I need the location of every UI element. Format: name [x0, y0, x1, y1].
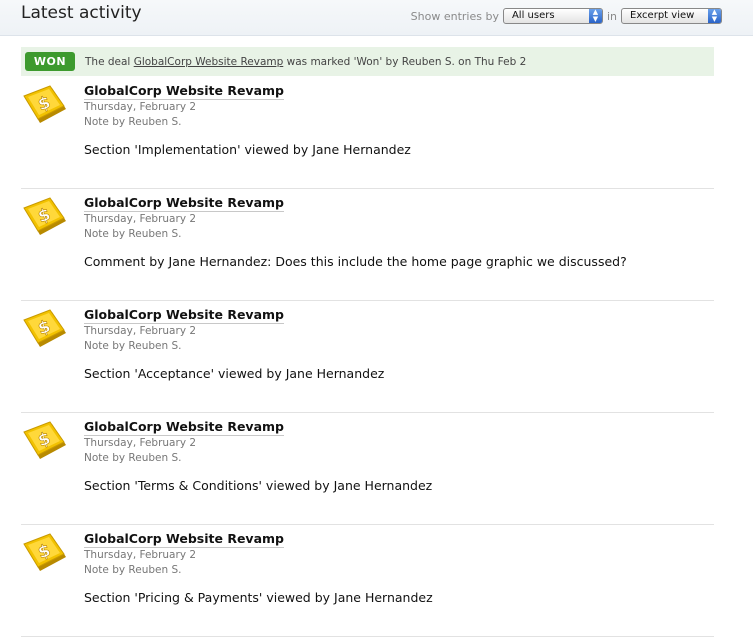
user-filter-value: All users [511, 10, 555, 21]
won-badge: WON [25, 52, 75, 71]
entry-title[interactable]: GlobalCorp Website Revamp [84, 531, 284, 548]
entry-author: Note by Reuben S. [84, 116, 182, 128]
deal-dollar-icon: $ [23, 421, 66, 459]
activity-entry: $ GlobalCorp Website Revamp Thursday, Fe… [21, 301, 714, 413]
activity-entry: $ GlobalCorp Website Revamp Thursday, Fe… [21, 189, 714, 301]
entry-author: Note by Reuben S. [84, 564, 182, 576]
entry-date: Thursday, February 2 [84, 213, 197, 225]
entry-title[interactable]: GlobalCorp Website Revamp [84, 307, 284, 324]
entry-body: Section 'Terms & Conditions' viewed by J… [84, 478, 433, 493]
entry-body: Section 'Pricing & Payments' viewed by J… [84, 590, 433, 605]
select-arrows-icon: ▲ ▼ [708, 9, 721, 23]
entry-body: Section 'Implementation' viewed by Jane … [84, 142, 411, 157]
banner-prefix: The deal [85, 56, 131, 68]
entry-body: Comment by Jane Hernandez: Does this inc… [84, 254, 627, 269]
entry-date: Thursday, February 2 [84, 437, 197, 449]
won-banner: WON The deal GlobalCorp Website Revamp w… [21, 47, 714, 76]
entry-author: Note by Reuben S. [84, 340, 182, 352]
deal-dollar-icon: $ [23, 533, 66, 571]
entry-date: Thursday, February 2 [84, 101, 197, 113]
show-entries-label: Show entries by [410, 9, 499, 23]
deal-dollar-icon: $ [23, 197, 66, 235]
entry-date: Thursday, February 2 [84, 325, 197, 337]
user-filter-select[interactable]: All users ▲ ▼ [502, 8, 603, 24]
deal-dollar-icon: $ [23, 309, 66, 347]
entry-title[interactable]: GlobalCorp Website Revamp [84, 195, 284, 212]
deal-dollar-icon: $ [23, 85, 66, 123]
view-filter-select[interactable]: Excerpt view ▲ ▼ [621, 8, 722, 24]
activity-entry: $ GlobalCorp Website Revamp Thursday, Fe… [21, 413, 714, 525]
activity-header: Latest activity Show entries by All user… [0, 0, 753, 36]
activity-entry: $ GlobalCorp Website Revamp Thursday, Fe… [21, 525, 714, 637]
won-banner-text: The deal GlobalCorp Website Revamp was m… [85, 56, 526, 68]
activity-entry: $ GlobalCorp Website Revamp Thursday, Fe… [21, 77, 714, 189]
entry-title[interactable]: GlobalCorp Website Revamp [84, 419, 284, 436]
entry-date: Thursday, February 2 [84, 549, 197, 561]
select-arrows-icon: ▲ ▼ [588, 9, 602, 23]
filter-controls: Show entries by All users ▲ ▼ in Excerpt … [411, 8, 722, 24]
entry-author: Note by Reuben S. [84, 452, 182, 464]
entry-title[interactable]: GlobalCorp Website Revamp [84, 83, 284, 100]
deal-link[interactable]: GlobalCorp Website Revamp [134, 56, 284, 68]
entry-body: Section 'Acceptance' viewed by Jane Hern… [84, 366, 385, 381]
banner-suffix: was marked 'Won' by Reuben S. on Thu Feb… [286, 56, 527, 68]
entry-author: Note by Reuben S. [84, 228, 182, 240]
page-title: Latest activity [21, 3, 142, 23]
view-filter-value: Excerpt view [630, 10, 695, 21]
in-label: in [606, 9, 617, 23]
